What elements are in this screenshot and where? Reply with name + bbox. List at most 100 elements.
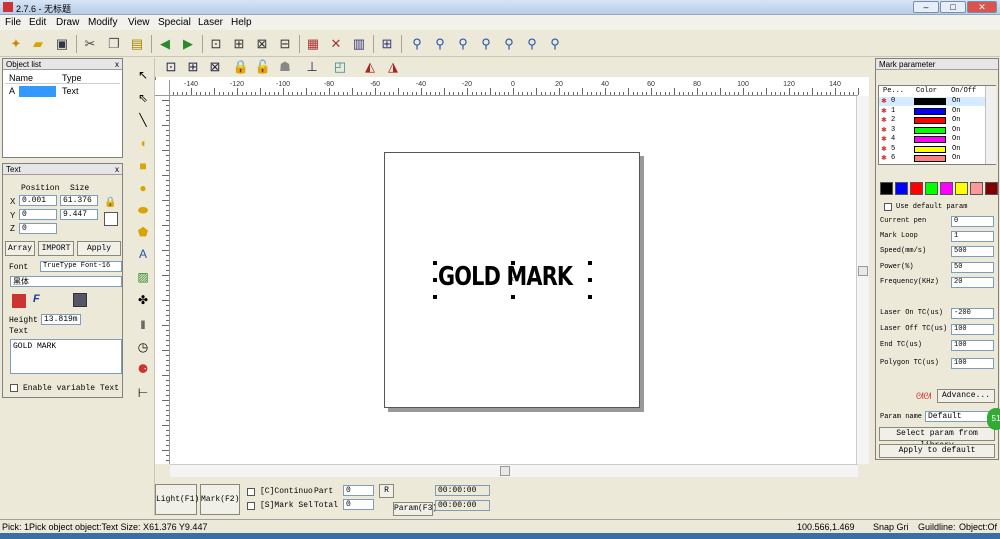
param-field-input[interactable]: 500 [951, 246, 994, 257]
font-type-select[interactable]: TrueType Font-16 [40, 261, 122, 272]
mark-selected-checkbox[interactable] [247, 502, 255, 510]
pen-state[interactable]: On [952, 107, 960, 115]
unlock-all-icon[interactable]: ☗ [275, 57, 295, 77]
param-field-input[interactable]: 100 [951, 358, 994, 369]
pen-color-swatch[interactable] [914, 117, 946, 124]
ellipse-icon[interactable]: ⬬ [134, 201, 152, 219]
zoom-page-icon[interactable]: ⚲ [522, 34, 542, 54]
param-name-select[interactable]: Default [925, 411, 995, 422]
zoom-fit-icon[interactable]: ⚲ [545, 34, 565, 54]
menu-view[interactable]: View [128, 17, 150, 28]
convert-curve-icon[interactable]: ◰ [330, 57, 350, 77]
font-list-icon[interactable] [12, 294, 26, 308]
node-edit-icon[interactable]: ⊡ [161, 57, 181, 77]
param-field-input[interactable]: 100 [951, 324, 994, 335]
calculator-icon[interactable]: ▥ [349, 34, 369, 54]
object-row[interactable]: A Text [5, 86, 120, 97]
redo-icon[interactable]: ▶ [178, 34, 198, 54]
node-arrow-icon[interactable]: ⇖ [134, 89, 152, 107]
select-arrow-icon[interactable]: ↖ [134, 66, 152, 84]
pen-color-swatch[interactable] [914, 155, 946, 162]
io-signal-icon[interactable]: ⚈ [134, 360, 152, 378]
vertical-scroll-thumb[interactable] [858, 266, 868, 276]
pen-style-icon[interactable]: ᘛᘛ [916, 391, 931, 402]
menu-draw[interactable]: Draw [56, 17, 79, 28]
extend-axis-icon[interactable]: ⊢ [134, 384, 152, 402]
selection-handle[interactable] [588, 261, 592, 265]
lock-ratio-icon[interactable]: 🔒 [104, 197, 116, 208]
text-panel-close-icon[interactable]: x [115, 164, 119, 175]
pen-row[interactable]: ✱ 0 On [879, 97, 985, 106]
menu-special[interactable]: Special [158, 17, 191, 28]
use-default-param-checkbox[interactable] [884, 203, 892, 211]
param-field-input[interactable]: 1 [951, 231, 994, 242]
pen-color-swatch[interactable] [914, 98, 946, 105]
font-style-icon[interactable]: F [33, 293, 40, 305]
param-field-input[interactable]: -200 [951, 308, 994, 319]
curve-icon[interactable]: ◖ [134, 134, 152, 152]
barcode-icon[interactable]: ‖ [134, 316, 152, 334]
object-snap-toggle[interactable]: Object:Of [959, 522, 997, 532]
pen-state[interactable]: On [952, 145, 960, 153]
align-icon[interactable]: ⊥ [302, 57, 322, 77]
pen-color-swatch[interactable] [914, 145, 946, 153]
apply-to-default-button[interactable]: Apply to default [879, 444, 995, 458]
menu-file[interactable]: File [5, 17, 21, 28]
selection-handle[interactable] [511, 295, 515, 299]
param-field-input[interactable]: 50 [951, 262, 994, 273]
line-icon[interactable]: ╲ [134, 111, 152, 129]
notification-badge[interactable]: 51 [987, 408, 1000, 430]
palette-color-swatch[interactable] [910, 182, 923, 195]
text-tool-icon[interactable]: A [134, 245, 152, 263]
pen-state[interactable]: On [952, 126, 960, 134]
pen-state[interactable]: On [952, 116, 960, 124]
light-button[interactable]: Light(F1) [155, 484, 199, 515]
maximize-button[interactable]: □ [940, 1, 966, 13]
pen-row[interactable]: ✱ 1 On [879, 107, 985, 116]
menu-help[interactable]: Help [231, 17, 252, 28]
pen-state[interactable]: On [952, 97, 960, 105]
palette-color-swatch[interactable] [955, 182, 968, 195]
pen-color-swatch[interactable] [914, 107, 946, 115]
open-folder-icon[interactable]: ▰ [28, 34, 48, 54]
palette-color-swatch[interactable] [940, 182, 953, 195]
mark-text-object[interactable]: GOLD MARK [438, 262, 573, 292]
param-field-input[interactable]: 20 [951, 277, 994, 288]
pen-table-scrollbar[interactable] [985, 86, 996, 164]
y-position-input[interactable]: 0 [19, 209, 57, 220]
pen-state[interactable]: On [952, 135, 960, 143]
total-input[interactable]: 0 [343, 499, 374, 510]
invert-select-icon[interactable]: ⊟ [275, 34, 295, 54]
ungroup-icon[interactable]: ⊞ [229, 34, 249, 54]
node-break-icon[interactable]: ⊠ [205, 57, 225, 77]
copy-icon[interactable]: ❐ [104, 34, 124, 54]
grid-icon[interactable]: ⊞ [377, 34, 397, 54]
polygon-icon[interactable]: ⬟ [134, 223, 152, 241]
selection-handle[interactable] [433, 261, 437, 265]
apply-button[interactable]: Apply [77, 241, 121, 256]
select-param-library-button[interactable]: Select param from library [879, 427, 995, 450]
continuous-checkbox[interactable] [247, 488, 255, 496]
lock-icon[interactable]: 🔒 [231, 57, 251, 77]
mark-button[interactable]: Mark(F2) [200, 484, 240, 515]
unlock-icon[interactable]: 🔓 [253, 57, 273, 77]
timer-icon[interactable]: ◷ [134, 338, 152, 356]
pen-row[interactable]: ✱ 4 On [879, 135, 985, 144]
zoom-out-icon[interactable]: ⚲ [453, 34, 473, 54]
zoom-all-icon[interactable]: ⚲ [476, 34, 496, 54]
palette-color-swatch[interactable] [925, 182, 938, 195]
array-button[interactable]: Array [5, 241, 35, 256]
advance-button[interactable]: Advance... [937, 389, 995, 403]
selection-handle[interactable] [588, 278, 592, 282]
palette-color-swatch[interactable] [895, 182, 908, 195]
mirror-horizontal-icon[interactable]: ◭ [360, 57, 380, 77]
z-position-input[interactable]: 0 [19, 223, 57, 234]
circle-icon[interactable]: ● [134, 179, 152, 197]
mirror-vertical-icon[interactable]: ◮ [383, 57, 403, 77]
save-icon[interactable]: ▣ [52, 34, 72, 54]
x-size-input[interactable]: 61.376 [60, 195, 98, 206]
select-all-icon[interactable]: ⊠ [252, 34, 272, 54]
onoff-column[interactable]: On/Off [951, 87, 976, 95]
height-input[interactable]: 13.819m [41, 314, 81, 325]
palette-color-swatch[interactable] [880, 182, 893, 195]
